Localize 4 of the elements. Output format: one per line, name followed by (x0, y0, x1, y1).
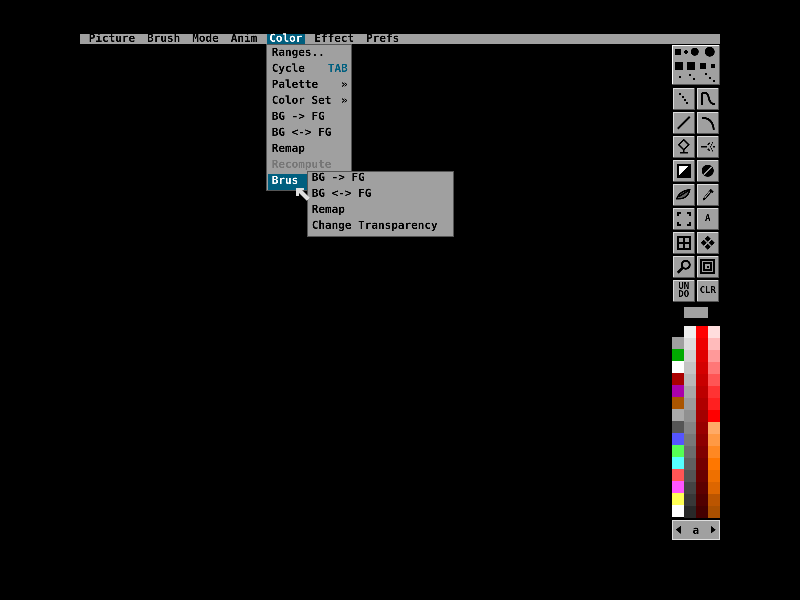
shortcut-label: » (341, 78, 348, 93)
shortcut-label: » (341, 94, 348, 109)
shortcut-label: TAB (328, 62, 348, 77)
palette-page-label: a (692, 524, 700, 536)
